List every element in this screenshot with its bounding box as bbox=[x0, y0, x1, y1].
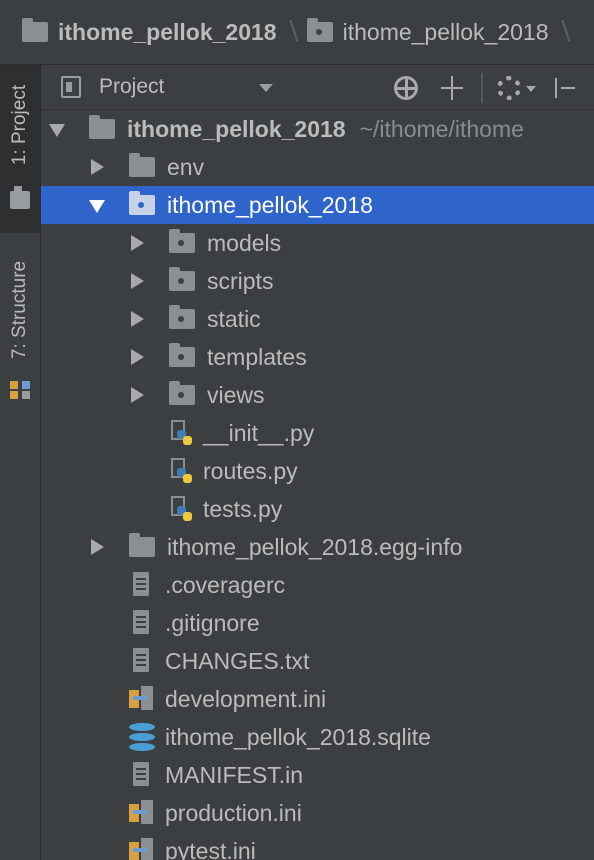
chevron-right-icon bbox=[555, 17, 569, 47]
text-file-icon bbox=[131, 648, 151, 674]
gear-icon[interactable] bbox=[497, 76, 521, 100]
expand-arrow-icon[interactable] bbox=[129, 235, 145, 251]
tree-row[interactable]: views bbox=[41, 376, 594, 414]
python-file-icon bbox=[169, 496, 193, 522]
tree-row-path: ~/ithome/ithome bbox=[359, 115, 524, 142]
tree-row-label: CHANGES.txt bbox=[165, 647, 310, 674]
folder-icon bbox=[22, 18, 48, 42]
tree-row-label: production.ini bbox=[165, 799, 302, 826]
breadcrumb-label: ithome_pellok_2018 bbox=[342, 18, 549, 45]
folder-icon bbox=[169, 381, 195, 405]
folder-icon bbox=[89, 115, 115, 139]
tree-row[interactable]: .coveragerc bbox=[41, 566, 594, 604]
expand-arrow-icon[interactable] bbox=[49, 121, 65, 137]
folder-icon bbox=[169, 305, 195, 329]
config-file-icon bbox=[129, 838, 155, 860]
view-selector-label: Project bbox=[99, 75, 165, 98]
tree-row[interactable]: templates bbox=[41, 338, 594, 376]
python-file-icon bbox=[169, 458, 193, 484]
tree-row[interactable]: scripts bbox=[41, 262, 594, 300]
tree-row[interactable]: __init__.py bbox=[41, 414, 594, 452]
collapse-all-icon[interactable] bbox=[439, 75, 465, 101]
tree-row-root[interactable]: ithome_pellok_2018 ~/ithome/ithome bbox=[41, 110, 594, 148]
tree-row-label: routes.py bbox=[203, 457, 298, 484]
folder-icon bbox=[129, 153, 155, 177]
folder-icon bbox=[129, 533, 155, 557]
python-file-icon bbox=[169, 420, 193, 446]
expand-arrow-icon[interactable] bbox=[89, 539, 105, 555]
config-file-icon bbox=[129, 686, 155, 712]
project-view-icon bbox=[61, 76, 81, 98]
tree-row[interactable]: ithome_pellok_2018.sqlite bbox=[41, 718, 594, 756]
tree-row-label: ithome_pellok_2018 bbox=[127, 115, 346, 142]
project-tree: ithome_pellok_2018 ~/ithome/ithome env i… bbox=[41, 110, 594, 860]
tree-row-label: ithome_pellok_2018.sqlite bbox=[165, 723, 431, 750]
text-file-icon bbox=[131, 610, 151, 636]
chevron-right-icon bbox=[283, 17, 297, 47]
tab-project-label: 1: Project bbox=[9, 85, 30, 166]
hide-panel-icon[interactable] bbox=[551, 75, 577, 101]
expand-arrow-icon[interactable] bbox=[129, 349, 145, 365]
tree-row-label: tests.py bbox=[203, 495, 283, 522]
tree-row-label: views bbox=[207, 381, 265, 408]
tree-row-label: scripts bbox=[207, 267, 274, 294]
project-toolbar: Project bbox=[41, 65, 594, 110]
tree-row[interactable]: production.ini bbox=[41, 794, 594, 832]
tree-row[interactable]: development.ini bbox=[41, 680, 594, 718]
chevron-down-icon[interactable] bbox=[259, 84, 273, 92]
folder-icon bbox=[169, 343, 195, 367]
expand-arrow-icon[interactable] bbox=[129, 311, 145, 327]
locate-icon[interactable] bbox=[394, 76, 418, 100]
tree-row[interactable]: env bbox=[41, 148, 594, 186]
toolbar-divider bbox=[481, 73, 483, 103]
tab-project[interactable]: 1: Project bbox=[0, 65, 40, 233]
breadcrumb: ithome_pellok_2018 ithome_pellok_2018 bbox=[0, 0, 594, 65]
folder-icon bbox=[169, 229, 195, 253]
project-icon bbox=[10, 186, 30, 209]
chevron-down-icon[interactable] bbox=[526, 86, 536, 92]
text-file-icon bbox=[131, 572, 151, 598]
tree-row-label: __init__.py bbox=[203, 419, 315, 446]
tree-row[interactable]: CHANGES.txt bbox=[41, 642, 594, 680]
folder-icon bbox=[306, 18, 333, 42]
expand-arrow-icon[interactable] bbox=[129, 273, 145, 289]
tree-row-label: env bbox=[167, 153, 205, 180]
breadcrumb-item-package[interactable]: ithome_pellok_2018 bbox=[306, 18, 549, 46]
tree-row-label: ithome_pellok_2018 bbox=[167, 191, 373, 218]
database-icon bbox=[129, 723, 155, 751]
tree-row-label: static bbox=[207, 305, 261, 332]
tree-row[interactable]: ithome_pellok_2018.egg-info bbox=[41, 528, 594, 566]
tab-structure[interactable]: 7: Structure bbox=[0, 245, 40, 415]
tree-row-label: .coveragerc bbox=[165, 571, 286, 598]
tree-row-label: models bbox=[207, 229, 282, 256]
view-selector[interactable]: Project bbox=[61, 74, 164, 100]
tree-row-label: pytest.ini bbox=[165, 837, 256, 860]
tree-row[interactable]: .gitignore bbox=[41, 604, 594, 642]
expand-arrow-icon[interactable] bbox=[129, 387, 145, 403]
tree-row-label: .gitignore bbox=[165, 609, 260, 636]
config-file-icon bbox=[129, 800, 155, 826]
tree-row-label: ithome_pellok_2018.egg-info bbox=[167, 533, 463, 560]
tree-row-label: MANIFEST.in bbox=[165, 761, 304, 788]
tree-row-label: development.ini bbox=[165, 685, 327, 712]
tree-row[interactable]: pytest.ini bbox=[41, 832, 594, 860]
structure-icon bbox=[10, 381, 30, 399]
breadcrumb-label: ithome_pellok_2018 bbox=[58, 18, 277, 45]
tree-row-selected[interactable]: ithome_pellok_2018 bbox=[41, 186, 594, 224]
breadcrumb-item-project[interactable]: ithome_pellok_2018 bbox=[22, 18, 277, 46]
expand-arrow-icon[interactable] bbox=[89, 197, 105, 213]
folder-icon bbox=[129, 191, 155, 215]
tab-structure-label: 7: Structure bbox=[9, 260, 30, 359]
tree-row-label: templates bbox=[207, 343, 307, 370]
text-file-icon bbox=[131, 762, 151, 788]
tool-window-strip: 1: Project 7: Structure bbox=[0, 65, 41, 860]
tree-row[interactable]: routes.py bbox=[41, 452, 594, 490]
expand-arrow-icon[interactable] bbox=[89, 159, 105, 175]
tree-row[interactable]: static bbox=[41, 300, 594, 338]
tree-row[interactable]: tests.py bbox=[41, 490, 594, 528]
tree-row[interactable]: MANIFEST.in bbox=[41, 756, 594, 794]
tree-row[interactable]: models bbox=[41, 224, 594, 262]
folder-icon bbox=[169, 267, 195, 291]
